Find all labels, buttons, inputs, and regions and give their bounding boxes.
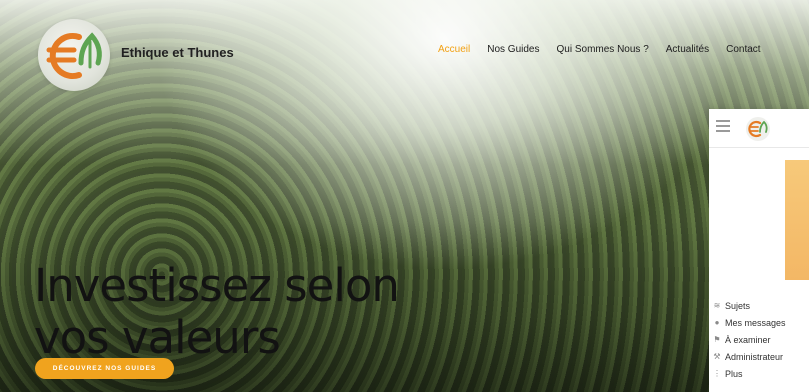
brand-name: Ethique et Thunes <box>121 45 234 60</box>
hero-headline-line-1: Investissez selon <box>34 259 400 313</box>
menu-item-label: Sujets <box>725 300 751 311</box>
menu-item-label: Mes messages <box>725 317 786 328</box>
panel-preview-image <box>785 160 809 280</box>
hamburger-menu-icon[interactable] <box>716 120 730 132</box>
nav-item-actualites[interactable]: Actualités <box>666 44 709 55</box>
more-vertical-icon: ⋮ <box>713 369 721 378</box>
menu-item-plus[interactable]: ⋮ Plus <box>709 365 809 382</box>
menu-item-a-examiner[interactable]: ⚑ À examiner <box>709 331 809 348</box>
layers-icon: ≋ <box>713 301 721 310</box>
nav-item-contact[interactable]: Contact <box>726 44 760 55</box>
discover-guides-button[interactable]: DÉCOUVREZ NOS GUIDES <box>35 358 174 379</box>
panel-header <box>709 109 809 148</box>
euro-leaf-logo-icon <box>46 32 102 79</box>
menu-item-label: Administrateur <box>725 351 784 362</box>
hero-headline-line-2: vos valeurs <box>34 311 281 365</box>
main-nav: Accueil Nos Guides Qui Sommes Nous ? Act… <box>438 44 761 55</box>
nav-item-nos-guides[interactable]: Nos Guides <box>487 44 539 55</box>
panel-menu: ≋ Sujets ● Mes messages ⚑ À examiner ⚒ A… <box>709 297 809 382</box>
menu-item-label: Plus <box>725 368 743 379</box>
menu-item-mes-messages[interactable]: ● Mes messages <box>709 314 809 331</box>
embedded-forum-panel: ≋ Sujets ● Mes messages ⚑ À examiner ⚒ A… <box>709 109 809 392</box>
nav-item-accueil[interactable]: Accueil <box>438 44 470 55</box>
site-logo[interactable] <box>38 19 110 91</box>
wrench-icon: ⚒ <box>713 352 721 361</box>
flag-icon: ⚑ <box>713 335 721 344</box>
menu-item-administrateur[interactable]: ⚒ Administrateur <box>709 348 809 365</box>
hero-background: Ethique et Thunes Accueil Nos Guides Qui… <box>0 0 809 392</box>
user-icon: ● <box>714 318 720 327</box>
nav-item-qui-sommes-nous[interactable]: Qui Sommes Nous ? <box>557 44 649 55</box>
mini-logo-icon[interactable] <box>746 117 770 141</box>
menu-item-label: À examiner <box>725 334 771 345</box>
menu-item-sujets[interactable]: ≋ Sujets <box>709 297 809 314</box>
mini-euro-leaf-icon <box>748 120 768 138</box>
hero-headline: Investissez selon vos valeurs <box>34 259 400 365</box>
